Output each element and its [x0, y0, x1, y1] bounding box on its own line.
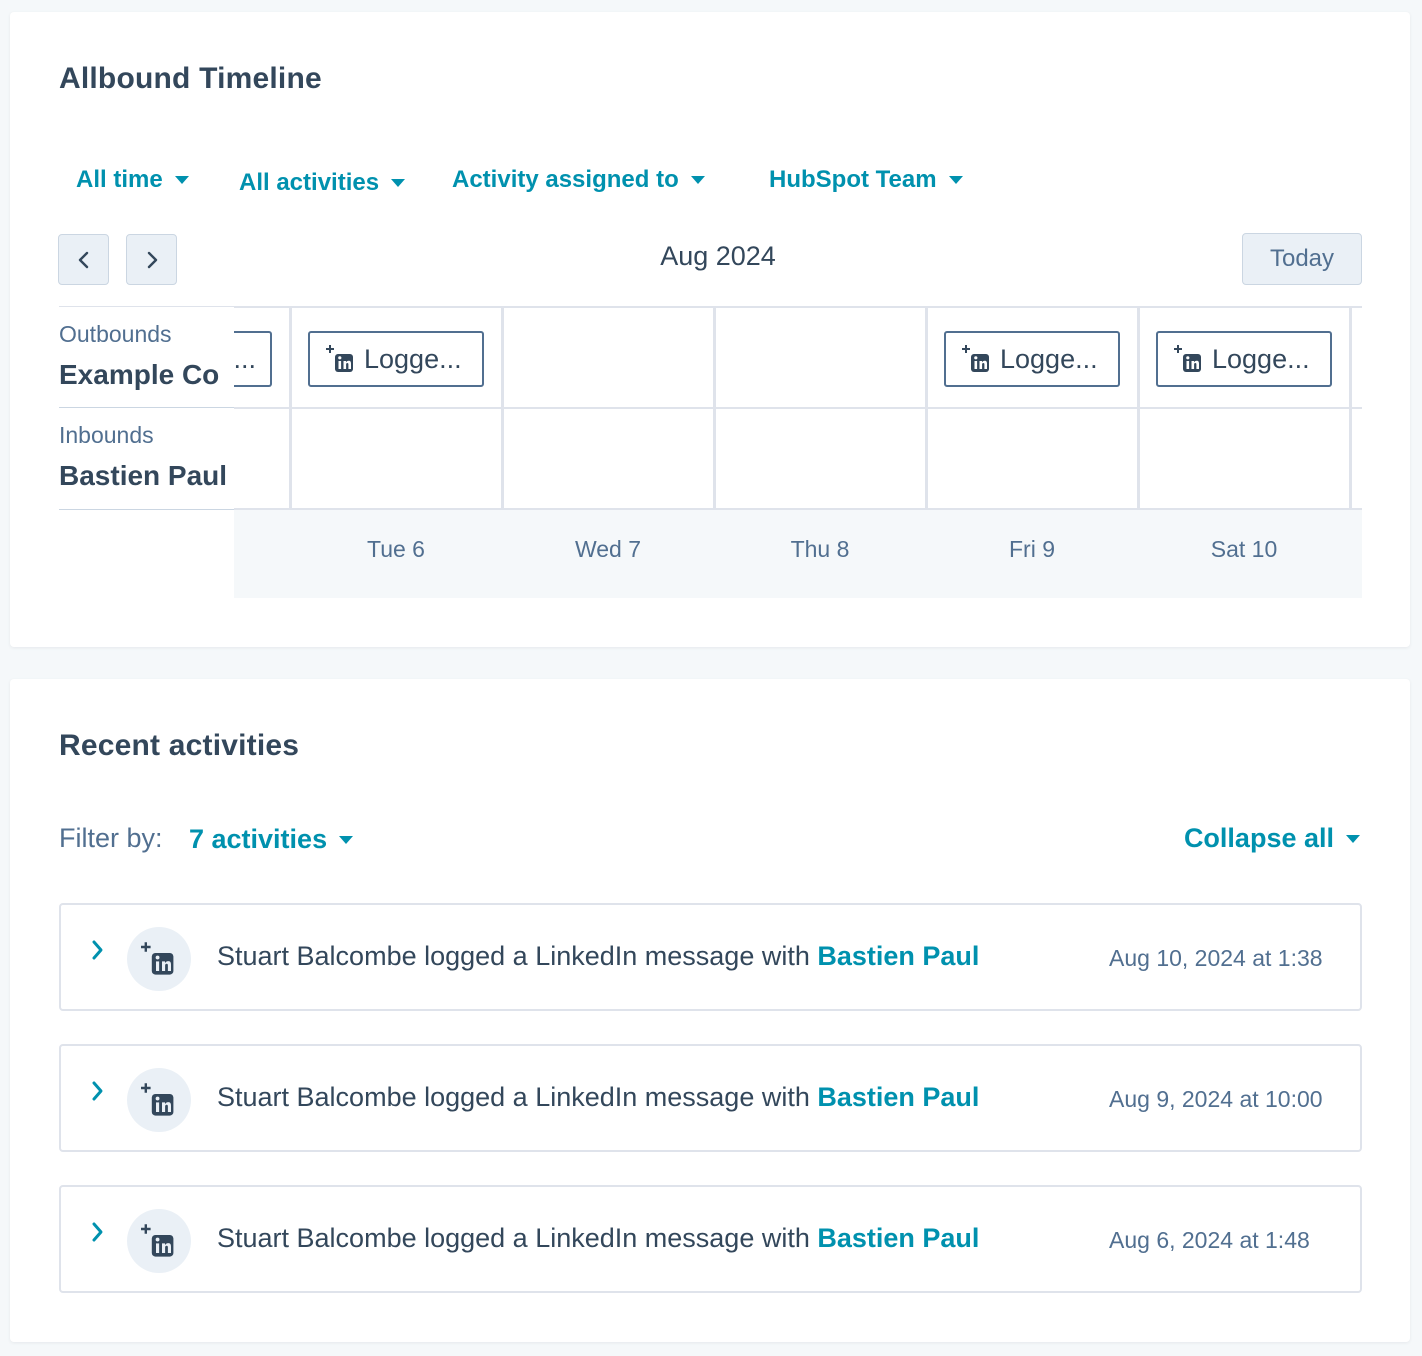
activity-description: Stuart Balcombe logged a LinkedIn messag…	[217, 941, 979, 972]
caret-down-icon	[690, 176, 705, 184]
today-button[interactable]: Today	[1242, 233, 1362, 285]
activity-avatar	[127, 927, 191, 991]
chip-label: Logge...	[364, 343, 462, 374]
contact-link[interactable]: Bastien Paul	[817, 1082, 979, 1112]
activity-filter-dropdown[interactable]: 7 activities	[189, 824, 354, 855]
activity-text: Stuart Balcombe logged a LinkedIn messag…	[217, 941, 818, 971]
filter-team-label: HubSpot Team	[769, 166, 937, 193]
grid-line	[1349, 306, 1352, 510]
row-label-inbounds: Inbounds Bastien Paul	[59, 408, 235, 510]
activity-timestamp: Aug 6, 2024 at 1:48	[1109, 1227, 1310, 1253]
recent-activities-card: Recent activities Filter by: 7 activitie…	[10, 679, 1410, 1342]
grid-line	[234, 306, 1362, 308]
activity-text: Stuart Balcombe logged a LinkedIn messag…	[217, 1223, 818, 1253]
day-label: Thu 8	[790, 536, 850, 562]
activity-timestamp: Aug 10, 2024 at 1:38	[1109, 945, 1323, 971]
filter-activity-type-label: All activities	[239, 169, 380, 196]
activity-text: Stuart Balcombe logged a LinkedIn messag…	[217, 1082, 818, 1112]
activity-avatar	[127, 1068, 191, 1132]
contact-link[interactable]: Bastien Paul	[817, 941, 979, 971]
filter-team[interactable]: HubSpot Team	[769, 166, 963, 194]
caret-down-icon	[948, 176, 963, 184]
timeline-grid-cells: ... Logge... Logge... Logge...	[234, 306, 1362, 510]
filter-by-label: Filter by:	[59, 823, 163, 853]
activity-item[interactable]: Stuart Balcombe logged a LinkedIn messag…	[59, 1185, 1362, 1293]
grid-line	[925, 306, 928, 510]
timeline-activity-chip[interactable]: ...	[234, 331, 272, 387]
caret-down-icon	[174, 176, 189, 184]
grid-line	[234, 407, 1362, 409]
activity-item[interactable]: Stuart Balcombe logged a LinkedIn messag…	[59, 1044, 1362, 1152]
chip-label: Logge...	[1212, 343, 1310, 374]
collapse-all-label: Collapse all	[1183, 823, 1334, 853]
filter-assigned-to-label: Activity assigned to	[452, 166, 679, 193]
grid-line	[1137, 306, 1140, 510]
filter-activity-type[interactable]: All activities	[239, 169, 406, 197]
chevron-right-icon[interactable]	[89, 1080, 107, 1102]
chevron-right-icon[interactable]	[89, 939, 107, 961]
filter-time-range-label: All time	[76, 166, 163, 193]
timeline-grid: ... Logge... Logge... Logge... Tue 6 Wed…	[234, 306, 1362, 598]
row-label-outbounds: Outbounds Example Co	[59, 306, 235, 408]
linkedin-log-icon	[141, 1083, 174, 1116]
activity-item[interactable]: Stuart Balcombe logged a LinkedIn messag…	[59, 903, 1362, 1011]
activity-timestamp: Aug 9, 2024 at 10:00	[1109, 1086, 1323, 1112]
linkedin-log-icon	[962, 345, 989, 372]
chip-label: Logge...	[1000, 343, 1098, 374]
activity-filter-value: 7 activities	[189, 824, 328, 854]
day-label: Fri 9	[1009, 536, 1055, 562]
collapse-all-dropdown[interactable]: Collapse all	[1184, 823, 1360, 854]
grid-line	[289, 306, 292, 510]
linkedin-log-icon	[141, 1224, 174, 1257]
row-type: Inbounds	[59, 422, 154, 448]
row-name: Bastien Paul	[59, 460, 228, 491]
current-month-label: Aug 2024	[660, 241, 776, 271]
contact-link[interactable]: Bastien Paul	[817, 1223, 979, 1253]
linkedin-log-icon	[1174, 345, 1201, 372]
timeline-title: Allbound Timeline	[59, 62, 322, 95]
caret-down-icon	[1346, 834, 1360, 843]
filter-assigned-to[interactable]: Activity assigned to	[452, 166, 705, 194]
grid-line	[713, 306, 716, 510]
day-label: Tue 6	[367, 536, 425, 562]
day-label: Sat 10	[1210, 536, 1278, 562]
allbound-timeline-card: Allbound Timeline All time All activitie…	[10, 12, 1410, 647]
row-name: Example Co	[59, 359, 220, 390]
day-label: Wed 7	[574, 536, 642, 562]
activity-description: Stuart Balcombe logged a LinkedIn messag…	[217, 1223, 979, 1254]
chip-label: ...	[234, 343, 256, 374]
linkedin-log-icon	[326, 345, 353, 372]
activity-description: Stuart Balcombe logged a LinkedIn messag…	[217, 1082, 979, 1113]
activity-avatar	[127, 1209, 191, 1273]
caret-down-icon	[391, 179, 406, 187]
filter-time-range[interactable]: All time	[76, 166, 189, 194]
grid-line	[501, 306, 504, 510]
linkedin-log-icon	[141, 942, 174, 975]
chevron-right-icon[interactable]	[89, 1221, 107, 1243]
grid-line	[234, 508, 1362, 510]
timeline-activity-chip[interactable]: Logge...	[308, 331, 484, 387]
timeline-activity-chip[interactable]: Logge...	[1156, 331, 1332, 387]
caret-down-icon	[339, 835, 354, 844]
timeline-activity-chip[interactable]: Logge...	[944, 331, 1120, 387]
row-type: Outbounds	[59, 321, 172, 347]
activities-title: Recent activities	[59, 729, 300, 762]
